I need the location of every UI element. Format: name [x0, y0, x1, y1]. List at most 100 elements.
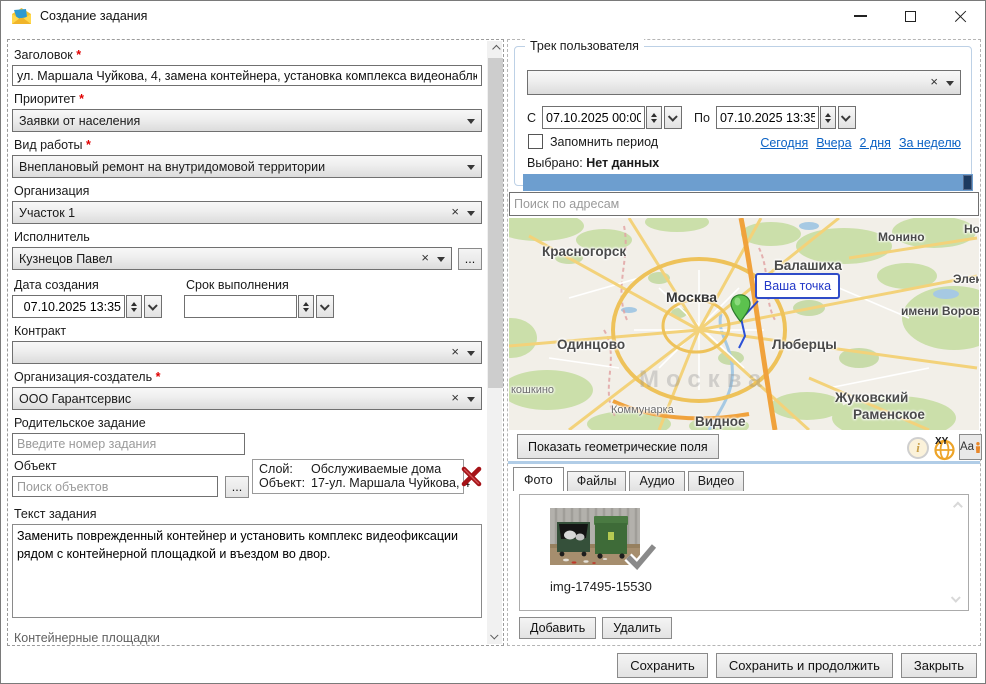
track-to-spinner[interactable]: [820, 106, 836, 129]
map-town: Одинцово: [557, 337, 625, 352]
xy-coordinates-globe-icon[interactable]: XY: [932, 435, 957, 461]
map-town: имени Воровского: [901, 304, 979, 318]
tab-photo[interactable]: Фото: [513, 467, 564, 491]
photo-selected-check-icon: [623, 542, 659, 570]
close-button[interactable]: [935, 1, 985, 31]
add-photo-button[interactable]: Добавить: [519, 617, 596, 639]
title-input[interactable]: [12, 65, 482, 86]
object-label: Объект: [14, 459, 252, 473]
chevron-down-icon: [467, 119, 475, 128]
app-envelope-icon: [12, 8, 31, 25]
tab-files[interactable]: Файлы: [567, 471, 627, 491]
photo-scroll-up-icon[interactable]: [953, 503, 960, 510]
track-from-spinner[interactable]: [646, 106, 662, 129]
link-yesterday[interactable]: Вчера: [816, 136, 851, 150]
creation-date-calendar-button[interactable]: [144, 295, 162, 318]
track-range-slider[interactable]: [523, 174, 973, 191]
map-town: кошкино: [511, 384, 554, 396]
person-icon: [975, 441, 981, 454]
map-town: Раменское: [853, 407, 925, 422]
clear-icon[interactable]: [451, 347, 459, 357]
creation-date-label: Дата создания: [14, 278, 174, 292]
title-bar: Создание задания: [1, 1, 985, 31]
chevron-down-icon: [946, 81, 954, 90]
track-from-calendar-button[interactable]: [664, 106, 682, 129]
task-text-area[interactable]: Заменить поврежденный контейнер и устано…: [12, 524, 482, 618]
photo-list-panel: img-17495-15530: [519, 494, 969, 611]
tab-accent-line: [508, 461, 980, 464]
task-text-label: Текст задания: [14, 507, 482, 521]
labels-toggle-button[interactable]: Aa: [959, 434, 982, 460]
due-date-calendar-button[interactable]: [316, 295, 334, 318]
due-date-spinner[interactable]: [298, 295, 314, 318]
due-date-input[interactable]: [184, 295, 297, 318]
minimize-button[interactable]: [835, 1, 885, 31]
selected-value: Нет данных: [586, 156, 659, 170]
scrollbar-thumb[interactable]: [488, 58, 504, 388]
organization-label: Организация: [14, 184, 482, 198]
delete-photo-button[interactable]: Удалить: [602, 617, 672, 639]
link-today[interactable]: Сегодня: [760, 136, 808, 150]
chevron-down-icon: [437, 257, 445, 266]
remember-period-checkbox[interactable]: [528, 134, 543, 149]
creation-date-spinner[interactable]: [126, 295, 142, 318]
spin-down-icon: [651, 119, 657, 126]
link-2days[interactable]: 2 дня: [860, 136, 891, 150]
map-town: Люберцы: [772, 337, 837, 352]
container-sites-label: Контейнерные площадки: [14, 631, 482, 645]
tab-video[interactable]: Видео: [688, 471, 745, 491]
track-from-input[interactable]: [542, 106, 645, 129]
due-date-label: Срок выполнения: [186, 278, 334, 292]
clear-icon[interactable]: [451, 207, 459, 217]
track-to-input[interactable]: [716, 106, 819, 129]
track-to-calendar-button[interactable]: [838, 106, 856, 129]
executor-browse-button[interactable]: ...: [458, 248, 482, 270]
link-week[interactable]: За неделю: [899, 136, 961, 150]
your-point-tooltip: Ваша точка: [755, 273, 840, 299]
priority-select[interactable]: Заявки от населения: [12, 109, 482, 132]
contract-label: Контракт: [14, 324, 482, 338]
chevron-down-icon: [467, 397, 475, 406]
clear-icon[interactable]: [421, 253, 429, 263]
title-label: Заголовок *: [14, 48, 482, 62]
chevron-down-icon: [667, 112, 677, 122]
save-button[interactable]: Сохранить: [617, 653, 708, 678]
map[interactable]: Москва Красногорск Москва Балашиха Монин…: [509, 218, 979, 430]
scroll-down-icon[interactable]: [487, 628, 502, 644]
photo-scroll-down-icon[interactable]: [953, 595, 960, 602]
map-town: Ногинск: [964, 222, 979, 236]
info-icon[interactable]: i: [907, 437, 929, 459]
object-search-input[interactable]: [12, 476, 218, 497]
location-pin-icon[interactable]: [730, 294, 751, 323]
organization-select[interactable]: Участок 1: [12, 201, 482, 224]
maximize-button[interactable]: [885, 1, 935, 31]
creator-org-select[interactable]: ООО Гарантсервис: [12, 387, 482, 410]
slider-handle[interactable]: [963, 175, 972, 190]
executor-select[interactable]: Кузнецов Павел: [12, 247, 452, 270]
close-dialog-button[interactable]: Закрыть: [901, 653, 977, 678]
show-geometry-button[interactable]: Показать геометрические поля: [517, 434, 719, 459]
remove-object-icon[interactable]: [460, 466, 482, 488]
parent-task-input[interactable]: [12, 433, 245, 455]
address-search-input[interactable]: [509, 192, 979, 216]
creation-date-input[interactable]: [12, 295, 125, 318]
map-town: Видное: [695, 414, 746, 429]
chevron-down-icon: [467, 351, 475, 360]
contract-select[interactable]: [12, 341, 482, 364]
save-and-continue-button[interactable]: Сохранить и продолжить: [716, 653, 893, 678]
form-scrollbar[interactable]: [487, 41, 502, 644]
chevron-down-icon: [147, 301, 157, 311]
map-town: Коммунарка: [611, 404, 674, 416]
scroll-up-icon[interactable]: [487, 41, 502, 57]
map-town: Электросталь: [953, 272, 979, 286]
svg-text:XY: XY: [935, 436, 949, 447]
clear-icon[interactable]: [930, 77, 938, 87]
priority-label: Приоритет *: [14, 92, 482, 106]
track-user-select[interactable]: [527, 70, 961, 95]
executor-label: Исполнитель: [14, 230, 482, 244]
object-browse-button[interactable]: ...: [225, 476, 249, 498]
clear-icon[interactable]: [451, 393, 459, 403]
task-creation-window: Создание задания Заголовок * Приоритет *…: [0, 0, 986, 684]
tab-audio[interactable]: Аудио: [629, 471, 684, 491]
work-type-select[interactable]: Внеплановый ремонт на внутридомовой терр…: [12, 155, 482, 178]
